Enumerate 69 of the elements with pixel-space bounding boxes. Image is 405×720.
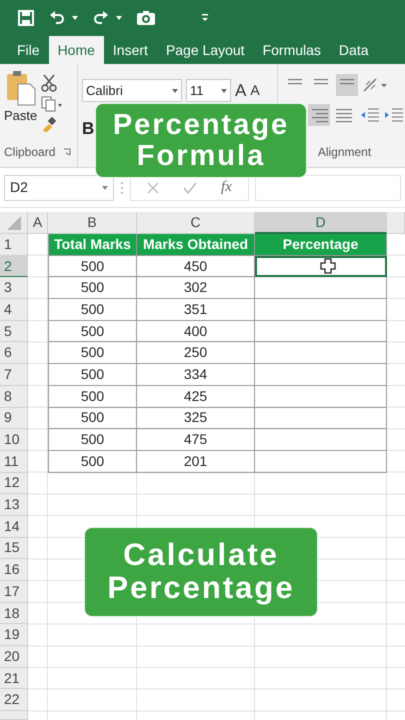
column-title: Marks Obtained [137, 234, 255, 256]
font-size-field[interactable]: 11 [186, 79, 231, 102]
row-header[interactable]: 11 [0, 450, 28, 473]
row-header[interactable]: 17 [0, 581, 28, 603]
table-cell: 500 [48, 256, 137, 278]
row-header[interactable]: 13 [0, 494, 28, 516]
grow-font-button[interactable]: A [235, 78, 246, 104]
row-header[interactable]: 6 [0, 342, 28, 364]
table-cell: 201 [137, 450, 255, 473]
row-header[interactable]: 10 [0, 429, 28, 451]
table-cell: 500 [48, 408, 137, 430]
caption-text: Percentage [112, 110, 290, 140]
row-header[interactable]: 12 [0, 472, 28, 494]
table-cell: 334 [137, 364, 255, 386]
row-header[interactable]: 2 [0, 256, 28, 278]
column-title: Total Marks [48, 234, 137, 256]
table-cell: 425 [137, 386, 255, 408]
column-title: Percentage [255, 234, 387, 256]
ribbon-tab[interactable]: Home [48, 36, 104, 64]
caption-text: Calculate [122, 539, 280, 572]
row-header[interactable]: 22 [0, 689, 28, 712]
table-cell: 500 [48, 364, 137, 386]
row-header[interactable]: 7 [0, 364, 28, 386]
row-header[interactable]: 15 [0, 538, 28, 560]
table-cell: 500 [48, 429, 137, 451]
ribbon-tab[interactable]: Page Layout [156, 36, 254, 64]
table-cell: 500 [48, 450, 137, 473]
name-box[interactable]: D2 [4, 174, 114, 200]
row-header[interactable]: 5 [0, 320, 28, 342]
ribbon-tab[interactable]: Insert [104, 36, 157, 64]
table-cell: 500 [48, 386, 137, 408]
table-cell: 450 [137, 256, 255, 278]
column-header[interactable]: B [48, 212, 137, 234]
table-cell: 250 [137, 342, 255, 364]
table-cell: 500 [48, 342, 137, 364]
row-header[interactable]: 1 [0, 234, 28, 256]
caption-text: Percentage [106, 572, 296, 605]
table-cell: 475 [137, 429, 255, 451]
row-header[interactable]: 16 [0, 559, 28, 581]
insert-function-button[interactable]: fx [221, 176, 232, 199]
table-cell: 500 [48, 299, 137, 321]
row-header[interactable]: 9 [0, 408, 28, 430]
row-header[interactable]: 19 [0, 624, 28, 646]
ribbon-tab[interactable]: Formulas [254, 36, 330, 64]
row-header[interactable]: 20 [0, 646, 28, 668]
caption-text: Formula [136, 140, 266, 171]
bold-button[interactable]: B [82, 116, 96, 141]
column-header[interactable]: C [137, 212, 255, 234]
column-header[interactable]: D [255, 212, 387, 234]
paste-label[interactable]: Paste [4, 106, 38, 126]
row-header[interactable]: 18 [0, 602, 28, 624]
table-cell: 500 [48, 277, 137, 300]
row-header[interactable]: 4 [0, 299, 28, 321]
table-cell: 325 [137, 408, 255, 430]
group-label: Clipboard [4, 144, 56, 161]
row-header[interactable]: 3 [0, 277, 28, 300]
table-cell: 500 [48, 320, 137, 342]
font-name-field[interactable]: Calibri [82, 79, 182, 102]
table-cell: 400 [137, 320, 255, 342]
ribbon-tab[interactable]: Data [330, 36, 378, 64]
table-cell: 351 [137, 299, 255, 321]
group-label: Alignment [318, 145, 372, 159]
table-cell: 302 [137, 277, 255, 300]
ribbon-tab[interactable]: File [8, 36, 49, 64]
row-header[interactable]: 21 [0, 668, 28, 690]
row-header[interactable]: 8 [0, 386, 28, 408]
row-header[interactable]: 14 [0, 516, 28, 538]
column-header[interactable]: A [28, 212, 48, 234]
shrink-font-button[interactable]: A [250, 80, 260, 102]
